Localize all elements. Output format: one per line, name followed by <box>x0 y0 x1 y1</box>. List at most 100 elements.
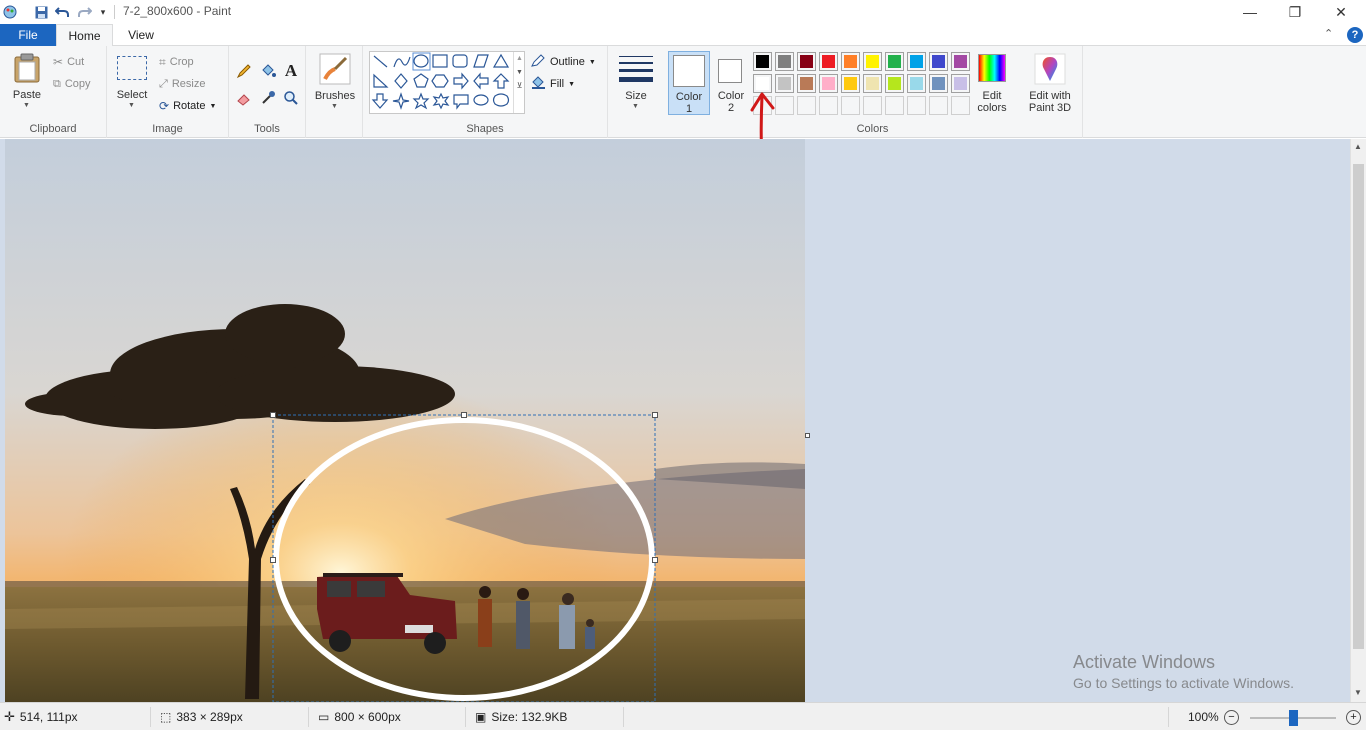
palette-swatch-color <box>866 55 879 68</box>
palette-swatch[interactable] <box>907 52 926 71</box>
palette-swatch[interactable] <box>929 52 948 71</box>
status-divider <box>150 707 151 727</box>
palette-swatch[interactable] <box>885 52 904 71</box>
resize-icon: ⤢ <box>159 77 168 90</box>
color-picker-icon[interactable] <box>258 88 278 108</box>
color2-button[interactable]: Color 2 <box>712 51 750 115</box>
palette-empty-swatch[interactable] <box>841 96 860 115</box>
crop-icon: ⌗ <box>159 54 166 69</box>
shapes-group: ▲ ▼ ⊻ Outline ▼ Fill ▼ Shapes <box>363 46 608 138</box>
shapes-scroll[interactable]: ▲ ▼ ⊻ <box>513 52 525 113</box>
palette-empty-swatch[interactable] <box>885 96 904 115</box>
cut-button[interactable]: ✂ Cut <box>53 53 84 71</box>
scroll-down-icon[interactable]: ▼ <box>1354 688 1362 697</box>
redo-icon[interactable] <box>77 3 93 21</box>
palette-swatch[interactable] <box>885 74 904 93</box>
help-icon[interactable]: ? <box>1347 27 1363 43</box>
shapes-scroll-down-icon[interactable]: ▼ <box>514 69 525 76</box>
fill-bucket-icon[interactable] <box>258 61 278 81</box>
brushes-button[interactable]: Brushes ▼ <box>311 51 359 115</box>
palette-swatch[interactable] <box>819 52 838 71</box>
palette-swatch[interactable] <box>907 74 926 93</box>
palette-empty-swatch[interactable] <box>797 96 816 115</box>
zoom-slider[interactable] <box>1250 710 1336 726</box>
fill-button[interactable]: Fill ▼ <box>531 75 575 93</box>
paste-label: Paste <box>12 89 42 101</box>
size-button[interactable]: Size ▼ <box>616 51 656 115</box>
undo-icon[interactable] <box>54 3 70 21</box>
palette-swatch[interactable] <box>841 74 860 93</box>
palette-swatch[interactable] <box>929 74 948 93</box>
window-title: 7-2_800x600 - Paint <box>123 4 232 18</box>
palette-swatch[interactable] <box>819 74 838 93</box>
palette-swatch[interactable] <box>863 52 882 71</box>
rotate-button[interactable]: ⟳ Rotate ▼ <box>159 97 216 115</box>
scissors-icon: ✂ <box>53 55 64 69</box>
palette-swatch-color <box>844 55 857 68</box>
select-dropdown-icon[interactable]: ▼ <box>128 102 135 109</box>
palette-swatch-color <box>910 77 923 90</box>
palette-empty-swatch[interactable] <box>863 96 882 115</box>
minimize-button[interactable]: — <box>1227 0 1273 24</box>
cursor-position-text: 514, 111px <box>19 710 78 724</box>
tab-view[interactable]: View <box>113 24 169 46</box>
collapse-ribbon-icon[interactable]: ⌃ <box>1324 27 1333 40</box>
status-divider <box>308 707 309 727</box>
shape-selection-box[interactable] <box>5 139 805 702</box>
zoom-out-icon[interactable]: − <box>1224 710 1239 725</box>
palette-swatch-color <box>800 55 813 68</box>
palette-swatch[interactable] <box>863 74 882 93</box>
color1-label: Color 1 <box>669 91 709 115</box>
scroll-up-icon[interactable]: ▲ <box>1354 142 1362 151</box>
palette-swatch[interactable] <box>951 52 970 71</box>
palette-swatch[interactable] <box>951 74 970 93</box>
vertical-scrollbar[interactable]: ▲ ▼ <box>1350 139 1366 702</box>
image-size: ▭ 800 × 600px <box>318 703 401 730</box>
palette-swatch[interactable] <box>797 74 816 93</box>
fill-label: Fill <box>550 78 565 90</box>
palette-empty-swatch[interactable] <box>907 96 926 115</box>
eraser-icon[interactable] <box>234 88 254 108</box>
scroll-thumb[interactable] <box>1353 164 1364 649</box>
shapes-scroll-up-icon[interactable]: ▲ <box>514 55 525 62</box>
cursor-position: ✛ 514, 111px <box>4 703 78 730</box>
palette-empty-swatch[interactable] <box>819 96 838 115</box>
paste-button[interactable]: Paste ▼ <box>8 51 46 113</box>
restore-button[interactable]: ❐ <box>1272 0 1318 24</box>
palette-swatch-color <box>778 77 791 90</box>
zoom-slider-thumb[interactable] <box>1289 710 1298 726</box>
palette-empty-swatch[interactable] <box>951 96 970 115</box>
copy-button[interactable]: ⧉ Copy <box>53 75 91 93</box>
select-button[interactable]: Select ▼ <box>114 51 150 113</box>
select-label: Select <box>116 89 148 101</box>
paint-app-icon[interactable] <box>2 3 18 21</box>
zoom-in-icon[interactable]: + <box>1346 710 1361 725</box>
tab-home[interactable]: Home <box>56 24 113 47</box>
status-bar: ✛ 514, 111px ⬚ 383 × 289px ▭ 800 × 600px… <box>0 702 1366 730</box>
close-button[interactable]: ✕ <box>1318 0 1364 24</box>
paste-dropdown-icon[interactable]: ▼ <box>23 102 30 109</box>
magnifier-icon[interactable] <box>281 88 301 108</box>
save-icon[interactable] <box>33 3 49 21</box>
text-tool-icon[interactable]: A <box>281 61 301 81</box>
brushes-group: Brushes ▼ <box>306 46 363 138</box>
shapes-expand-icon[interactable]: ⊻ <box>514 81 525 90</box>
edit-colors-button[interactable]: Edit colors <box>975 51 1011 115</box>
crop-button[interactable]: ⌗ Crop <box>159 53 194 71</box>
palette-empty-swatch[interactable] <box>929 96 948 115</box>
outline-button[interactable]: Outline ▼ <box>531 53 596 71</box>
file-size: ▣ Size: 132.9KB <box>475 703 567 730</box>
palette-swatch[interactable] <box>797 52 816 71</box>
edit-with-paint3d-button[interactable]: Edit with Paint 3D <box>1024 51 1076 115</box>
resize-button[interactable]: ⤢ Resize <box>159 75 205 93</box>
palette-swatch[interactable] <box>753 52 772 71</box>
palette-swatch[interactable] <box>775 52 794 71</box>
tab-file[interactable]: File <box>0 24 56 46</box>
drawing-canvas[interactable] <box>5 139 805 702</box>
canvas-resize-handle[interactable] <box>805 433 810 438</box>
customize-qat-icon[interactable]: ▾ <box>98 3 108 21</box>
color1-button[interactable]: Color 1 <box>668 51 710 115</box>
palette-swatch[interactable] <box>841 52 860 71</box>
pencil-icon[interactable] <box>234 61 254 81</box>
palette-swatch-color <box>756 55 769 68</box>
